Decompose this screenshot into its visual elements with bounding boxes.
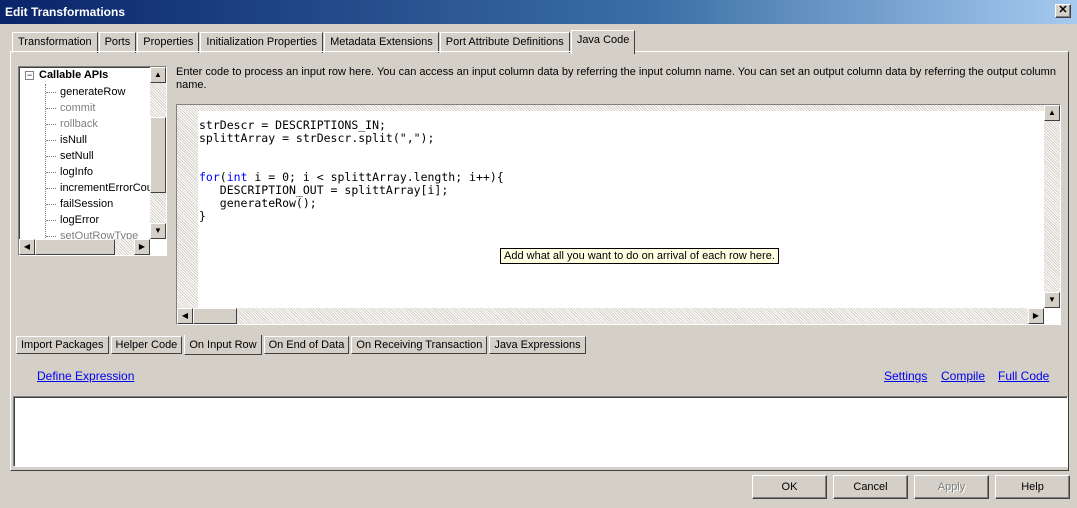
scroll-down-icon[interactable]: ▼ — [150, 223, 166, 239]
settings-link[interactable]: Settings — [884, 369, 927, 383]
api-is-null[interactable]: isNull — [46, 132, 162, 148]
scroll-right-icon[interactable]: ▶ — [134, 239, 150, 255]
api-commit[interactable]: commit — [46, 100, 162, 116]
code-vertical-scrollbar[interactable]: ▲ ▼ — [1044, 105, 1060, 308]
tab-properties[interactable]: Properties — [137, 32, 200, 53]
title-bar: Edit Transformations ✕ — [0, 0, 1077, 24]
tab-ports[interactable]: Ports — [98, 32, 137, 53]
window-title: Edit Transformations — [5, 5, 126, 19]
api-rollback[interactable]: rollback — [46, 116, 162, 132]
main-tabs: Transformation Ports Properties Initiali… — [12, 30, 636, 54]
scroll-right-icon[interactable]: ▶ — [1028, 308, 1044, 324]
compile-link[interactable]: Compile — [941, 369, 985, 383]
tab-transformation[interactable]: Transformation — [12, 32, 98, 53]
scroll-left-icon[interactable]: ◀ — [177, 308, 193, 324]
code-editor[interactable]: strDescr = DESCRIPTIONS_IN; splittArray =… — [176, 104, 1061, 325]
scroll-up-icon[interactable]: ▲ — [1044, 105, 1060, 121]
tab-initialization-properties[interactable]: Initialization Properties — [200, 32, 324, 53]
tree-scroll-thumb[interactable] — [150, 117, 166, 193]
api-set-null[interactable]: setNull — [46, 148, 162, 164]
callable-apis-tree[interactable]: − Callable APIs generateRow commit rollb… — [18, 66, 167, 256]
api-fail-session[interactable]: failSession — [46, 196, 162, 212]
collapse-icon[interactable]: − — [25, 70, 34, 80]
code-line: generateRow(); — [199, 196, 317, 210]
tree-horizontal-scrollbar[interactable]: ◀ ▶ — [19, 239, 150, 255]
subtab-helper-code[interactable]: Helper Code — [110, 336, 183, 354]
tab-port-attribute-definitions[interactable]: Port Attribute Definitions — [439, 32, 570, 53]
tab-java-code[interactable]: Java Code — [570, 30, 636, 54]
tree-vertical-scrollbar[interactable]: ▲ ▼ — [150, 67, 166, 239]
code-top-margin — [177, 105, 1044, 111]
subtab-on-input-row[interactable]: On Input Row — [184, 335, 262, 355]
tree-items: generateRow commit rollback isNull setNu… — [45, 84, 162, 244]
editor-instruction: Enter code to process an input row here.… — [176, 66, 1056, 91]
code-line: } — [199, 209, 206, 223]
api-log-error[interactable]: logError — [46, 212, 162, 228]
code-text[interactable]: strDescr = DESCRIPTIONS_IN; splittArray =… — [199, 119, 504, 223]
subtab-import-packages[interactable]: Import Packages — [16, 336, 109, 354]
code-line: ​ — [199, 145, 504, 158]
tree-hscroll-thumb[interactable] — [35, 239, 115, 255]
scroll-down-icon[interactable]: ▼ — [1044, 292, 1060, 308]
define-expression-link[interactable]: Define Expression — [37, 369, 134, 383]
tree-root-callable-apis[interactable]: − Callable APIs — [25, 69, 108, 81]
tooltip: Add what all you want to do on arrival o… — [500, 248, 779, 264]
code-keyword: int — [226, 170, 248, 184]
full-code-link[interactable]: Full Code — [998, 369, 1049, 383]
tab-metadata-extensions[interactable]: Metadata Extensions — [324, 32, 439, 53]
help-button[interactable]: Help — [995, 475, 1070, 499]
code-line: splittArray = strDescr.split(","); — [199, 131, 435, 145]
api-log-info[interactable]: logInfo — [46, 164, 162, 180]
close-icon[interactable]: ✕ — [1055, 4, 1071, 18]
code-keyword: for — [199, 170, 220, 184]
subtab-on-end-of-data[interactable]: On End of Data — [263, 336, 350, 354]
code-horizontal-scrollbar[interactable]: ◀ ▶ — [177, 308, 1044, 324]
code-section-tabs: Import Packages Helper Code On Input Row… — [16, 335, 588, 355]
subtab-on-receiving-transaction[interactable]: On Receiving Transaction — [351, 336, 488, 354]
api-generate-row[interactable]: generateRow — [46, 84, 162, 100]
subtab-java-expressions[interactable]: Java Expressions — [489, 336, 586, 354]
cancel-button[interactable]: Cancel — [833, 475, 908, 499]
api-increment-error-count[interactable]: incrementErrorCount — [46, 180, 162, 196]
ok-button[interactable]: OK — [752, 475, 827, 499]
scroll-up-icon[interactable]: ▲ — [150, 67, 166, 83]
tree-root-label: Callable APIs — [39, 69, 109, 81]
scroll-left-icon[interactable]: ◀ — [19, 239, 35, 255]
output-text-area[interactable] — [13, 396, 1068, 467]
apply-button[interactable]: Apply — [914, 475, 989, 499]
code-hscroll-thumb[interactable] — [193, 308, 237, 324]
code-gutter — [177, 105, 198, 308]
